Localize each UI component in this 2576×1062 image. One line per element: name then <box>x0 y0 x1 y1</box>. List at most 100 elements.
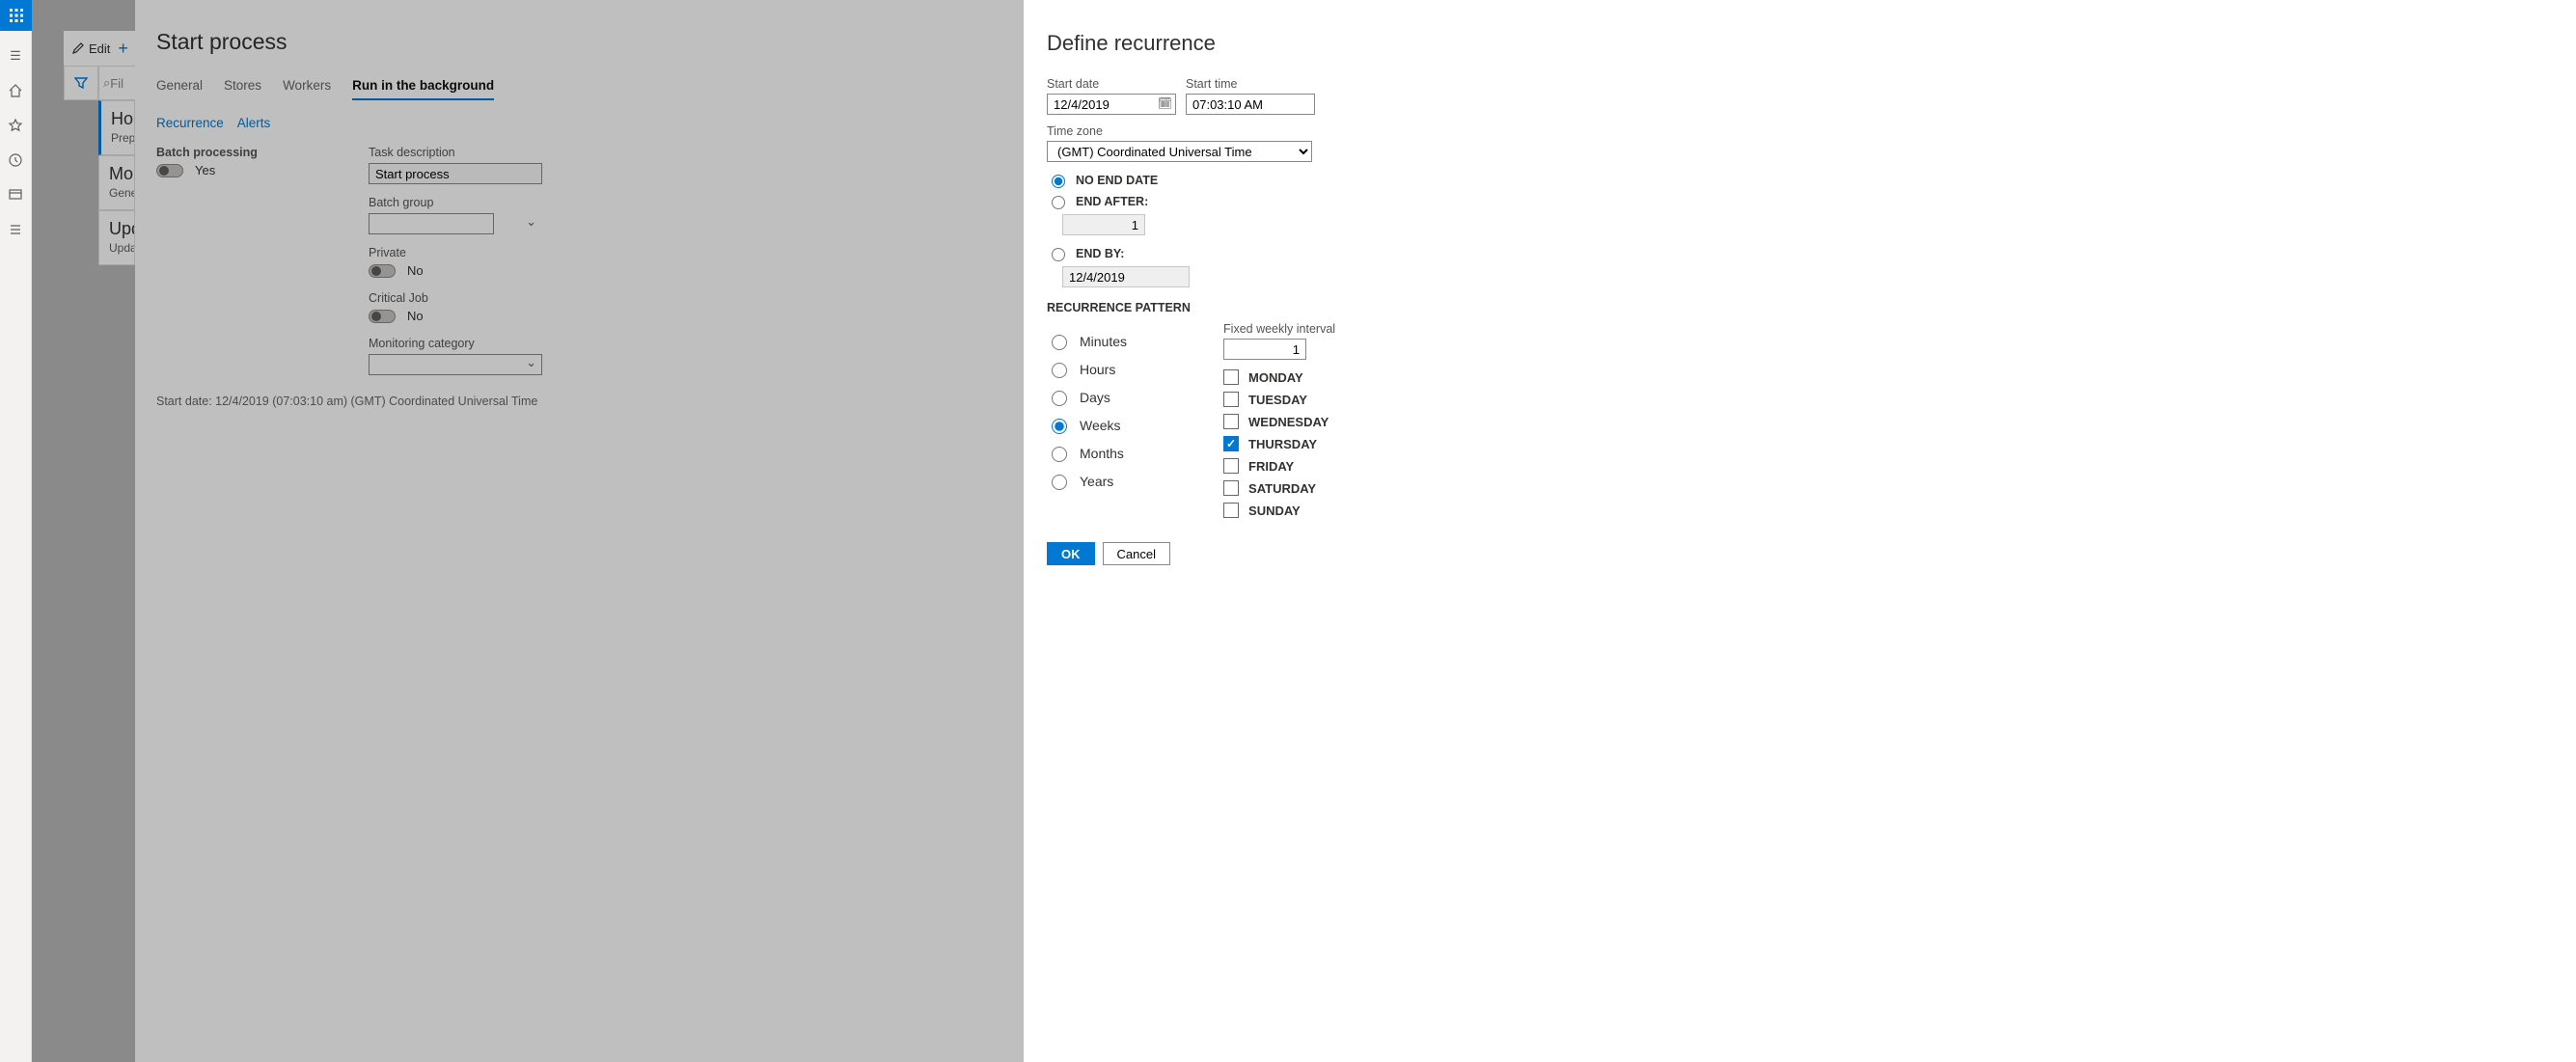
pattern-units: Minutes Hours Days Weeks Months Years <box>1047 322 1127 525</box>
list-item-sub: Gene <box>109 186 124 200</box>
list-item-sub: Upda <box>109 241 124 255</box>
day-label: THURSDAY <box>1248 437 1317 451</box>
end-by-input[interactable] <box>1062 266 1190 287</box>
modules-icon[interactable] <box>0 214 31 245</box>
end-after-label: End after: <box>1076 195 1148 208</box>
recurrence-panel: Define recurrence Start date 🗓 Start tim… <box>1024 0 2576 1062</box>
list-item-sub: Prep <box>111 131 124 145</box>
toolbar: Edit + <box>64 31 136 66</box>
batch-group-label: Batch group <box>369 196 542 209</box>
task-description-input[interactable] <box>369 163 542 184</box>
list-item[interactable]: Mo Gene <box>98 155 135 210</box>
unit-weeks[interactable]: Weeks <box>1047 416 1127 434</box>
home-icon[interactable] <box>0 75 31 106</box>
end-by-label: End by: <box>1076 247 1124 260</box>
batch-processing-label: Batch processing <box>156 146 330 159</box>
batch-processing-value: Yes <box>195 163 215 177</box>
checkbox-icon[interactable] <box>1223 480 1239 496</box>
tab-bar: General Stores Workers Run in the backgr… <box>156 72 1002 100</box>
day-label: TUESDAY <box>1248 393 1307 407</box>
day-label: SATURDAY <box>1248 481 1316 496</box>
day-label: WEDNESDAY <box>1248 415 1329 429</box>
edit-label: Edit <box>89 41 110 56</box>
ok-button[interactable]: OK <box>1047 542 1095 565</box>
batch-processing-toggle[interactable] <box>156 164 183 177</box>
checkbox-icon[interactable]: ✓ <box>1223 436 1239 451</box>
critical-toggle[interactable] <box>369 310 396 323</box>
days-container: MONDAY TUESDAY WEDNESDAY ✓ THURSDAY FRIDAY SAT… <box>1223 369 1335 518</box>
start-date-label: Start date <box>1047 77 1176 91</box>
day-friday[interactable]: FRIDAY <box>1223 458 1335 474</box>
list-item-title: Mo <box>109 164 124 184</box>
day-saturday[interactable]: SATURDAY <box>1223 480 1335 496</box>
day-wednesday[interactable]: WEDNESDAY <box>1223 414 1335 429</box>
list-item[interactable]: Ho Prep <box>98 100 135 155</box>
filter-search[interactable]: ⌕ Fil <box>98 66 136 100</box>
list-column: Ho Prep Mo Gene Upd Upda <box>98 100 135 265</box>
checkbox-icon[interactable] <box>1223 458 1239 474</box>
interval-label: Fixed weekly interval <box>1223 322 1335 336</box>
private-value: No <box>407 263 424 278</box>
pattern-heading: RECURRENCE PATTERN <box>1047 301 2553 314</box>
list-item-title: Upd <box>109 219 124 239</box>
hamburger-icon[interactable]: ☰ <box>0 41 31 71</box>
end-after-radio[interactable] <box>1052 196 1065 209</box>
filter-placeholder: Fil <box>110 76 123 91</box>
checkbox-icon[interactable] <box>1223 503 1239 518</box>
recent-icon[interactable] <box>0 145 31 176</box>
day-label: FRIDAY <box>1248 459 1294 474</box>
critical-value: No <box>407 309 424 323</box>
tab-general[interactable]: General <box>156 72 203 100</box>
calendar-icon[interactable]: 🗓 <box>1158 96 1172 110</box>
cancel-button[interactable]: Cancel <box>1103 542 1170 565</box>
page-title: Start process <box>156 29 1002 55</box>
subtab-bar: Recurrence Alerts <box>156 116 1002 130</box>
start-time-label: Start time <box>1186 77 1315 91</box>
tab-stores[interactable]: Stores <box>224 72 261 100</box>
unit-minutes[interactable]: Minutes <box>1047 332 1127 350</box>
recurrence-title: Define recurrence <box>1047 31 2553 56</box>
private-toggle[interactable] <box>369 264 396 278</box>
background-dimmed: Edit + ⌕ Fil Ho Prep Mo Gene Upd Upda <box>32 0 1024 1062</box>
no-end-date-radio[interactable] <box>1052 175 1065 188</box>
unit-months[interactable]: Months <box>1047 444 1127 462</box>
filter-icon[interactable] <box>64 66 98 100</box>
nav-rail: ☰ <box>0 0 32 1062</box>
subtab-alerts[interactable]: Alerts <box>237 116 271 130</box>
interval-input[interactable] <box>1223 339 1306 360</box>
day-label: SUNDAY <box>1248 504 1301 518</box>
list-item[interactable]: Upd Upda <box>98 210 135 265</box>
tab-run-background[interactable]: Run in the background <box>352 72 494 100</box>
favorites-icon[interactable] <box>0 110 31 141</box>
unit-years[interactable]: Years <box>1047 472 1127 490</box>
monitoring-label: Monitoring category <box>369 337 542 350</box>
critical-label: Critical Job <box>369 291 542 305</box>
tab-workers[interactable]: Workers <box>283 72 331 100</box>
start-date-footnote: Start date: 12/4/2019 (07:03:10 am) (GMT… <box>156 395 1002 408</box>
checkbox-icon[interactable] <box>1223 392 1239 407</box>
no-end-date-label: No end date <box>1076 174 1158 187</box>
new-button[interactable]: + <box>118 39 128 59</box>
subtab-recurrence[interactable]: Recurrence <box>156 116 224 130</box>
timezone-select[interactable]: (GMT) Coordinated Universal Time <box>1047 141 1312 162</box>
end-by-radio[interactable] <box>1052 248 1065 261</box>
day-monday[interactable]: MONDAY <box>1223 369 1335 385</box>
day-label: MONDAY <box>1248 370 1303 385</box>
unit-hours[interactable]: Hours <box>1047 360 1127 378</box>
day-sunday[interactable]: SUNDAY <box>1223 503 1335 518</box>
checkbox-icon[interactable] <box>1223 414 1239 429</box>
unit-days[interactable]: Days <box>1047 388 1127 406</box>
start-time-input[interactable] <box>1186 94 1315 115</box>
day-tuesday[interactable]: TUESDAY <box>1223 392 1335 407</box>
workspaces-icon[interactable] <box>0 179 31 210</box>
monitoring-select[interactable] <box>369 354 542 375</box>
end-after-input[interactable] <box>1062 214 1145 235</box>
private-label: Private <box>369 246 542 259</box>
day-thursday[interactable]: ✓ THURSDAY <box>1223 436 1335 451</box>
start-process-panel: Start process General Stores Workers Run… <box>135 0 1024 1062</box>
app-launcher-icon[interactable] <box>0 0 32 31</box>
checkbox-icon[interactable] <box>1223 369 1239 385</box>
edit-button[interactable]: Edit <box>71 41 110 56</box>
batch-group-select[interactable] <box>369 213 494 234</box>
timezone-label: Time zone <box>1047 124 2553 138</box>
